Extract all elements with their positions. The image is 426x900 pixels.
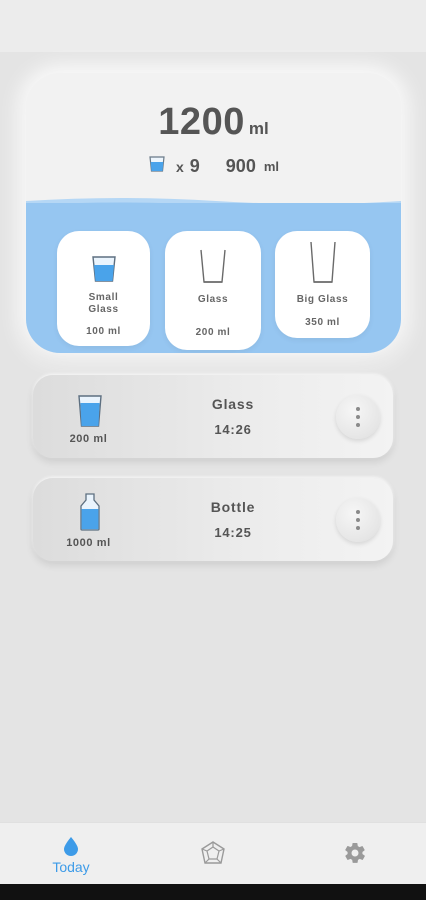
small-glass-icon [148, 155, 166, 178]
status-bar [0, 0, 426, 52]
preset-volume: 100 ml [86, 326, 121, 337]
bottom-navigation: Today [0, 822, 426, 884]
entry-title: Glass [211, 396, 255, 412]
preset-big-glass[interactable]: Big Glass 350 ml [275, 231, 370, 338]
more-options-button[interactable] [336, 498, 380, 542]
nav-today-label: Today [52, 859, 90, 875]
gear-icon [343, 841, 367, 870]
preset-label: Glass [197, 294, 229, 305]
glass-icon [200, 249, 226, 288]
water-drop-icon [63, 836, 79, 861]
count-prefix: x [175, 158, 184, 175]
volume-unit: ml [263, 159, 280, 174]
big-glass-icon [309, 241, 336, 288]
total-intake: 1200 ml [26, 101, 401, 144]
preset-small-glass[interactable]: Small Glass 100 ml [57, 231, 150, 346]
volume-value: 900 [225, 156, 256, 176]
entry-volume: 1000 ml [66, 537, 111, 549]
intake-entry[interactable]: 200 ml Glass 14:26 [33, 375, 393, 458]
entry-volume: 200 ml [69, 433, 108, 445]
intake-entry[interactable]: 1000 ml Bottle 14:25 [33, 478, 393, 561]
entry-time: 14:25 [214, 525, 252, 540]
small-glass-icon [91, 256, 116, 287]
daily-intake-card: 1200 ml x 9 900 ml Small Glass 100 ml Gl… [26, 73, 401, 353]
more-options-button[interactable] [336, 395, 380, 439]
system-navigation-bar [0, 884, 426, 900]
preset-label: Big Glass [296, 294, 349, 305]
nav-stats[interactable] [173, 823, 253, 885]
preset-glass[interactable]: Glass 200 ml [165, 231, 261, 350]
entry-title: Bottle [210, 499, 256, 515]
preset-volume: 200 ml [195, 327, 231, 338]
total-unit: ml [248, 119, 269, 138]
glass-icon [78, 395, 102, 432]
bottle-icon [80, 493, 100, 536]
glass-count: 9 [189, 156, 200, 176]
entry-time: 14:26 [214, 422, 252, 437]
preset-label: Small Glass [88, 292, 119, 315]
total-value: 1200 [158, 101, 245, 143]
intake-summary: x 9 900 ml [26, 155, 401, 178]
nav-today[interactable]: Today [31, 823, 111, 885]
preset-volume: 350 ml [305, 317, 340, 328]
stats-icon [200, 840, 226, 871]
nav-settings[interactable] [315, 823, 395, 885]
